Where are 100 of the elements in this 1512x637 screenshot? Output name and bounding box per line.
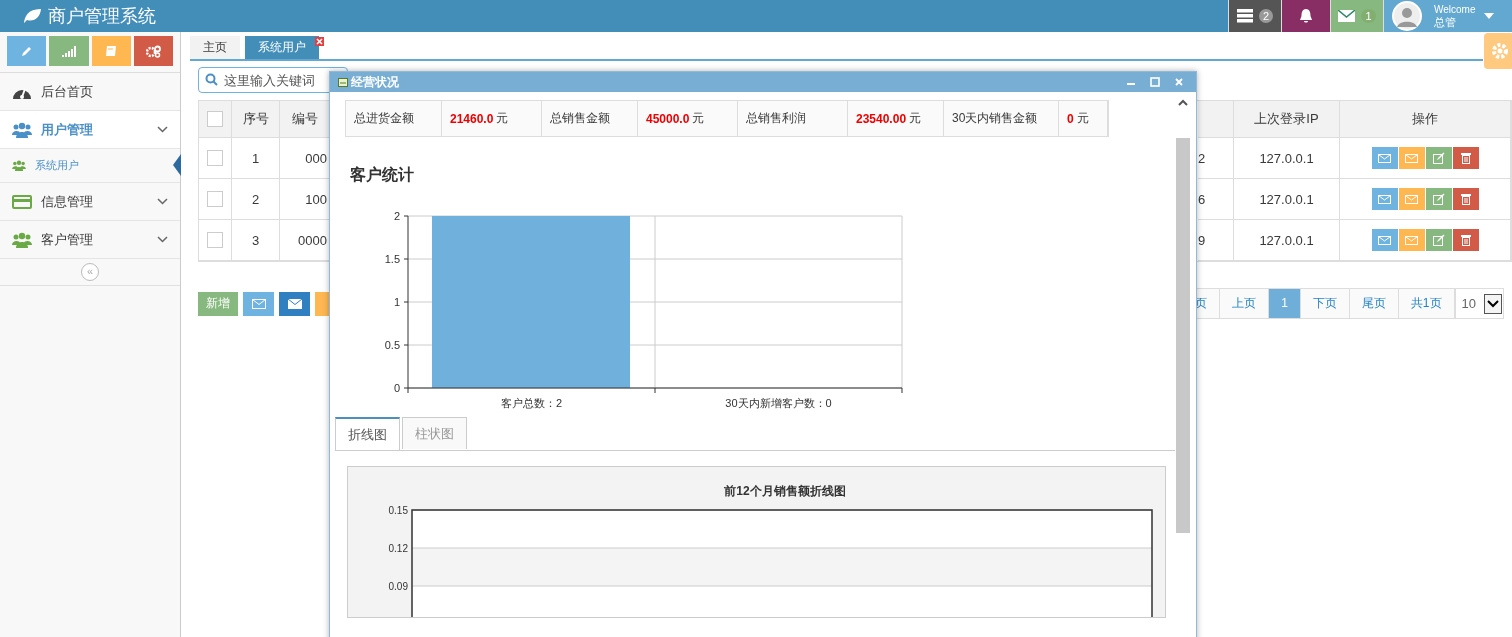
- checkbox[interactable]: [207, 150, 223, 166]
- shortcut-button[interactable]: [133, 36, 173, 66]
- mail-icon: [1338, 10, 1356, 22]
- user-name: 总管: [1434, 16, 1457, 28]
- notification-badge: 1: [1361, 9, 1376, 23]
- stat-label: 30天内销售金额: [944, 101, 1059, 136]
- edit-button[interactable]: [1425, 147, 1452, 169]
- chart-title: 前12个月销售额折线图: [724, 484, 846, 498]
- caret-icon: [1483, 13, 1494, 19]
- user-menu[interactable]: Welcome 总管: [1383, 0, 1512, 32]
- chevron-down-icon: [157, 126, 168, 133]
- collapse-button[interactable]: «: [81, 263, 99, 281]
- mail-icon: [1378, 153, 1391, 163]
- welcome-text: Welcome: [1434, 4, 1476, 16]
- notifications-button[interactable]: [1281, 0, 1330, 32]
- checkbox[interactable]: [207, 191, 223, 207]
- tick-label: 0.12: [388, 543, 408, 554]
- column-header: 编号: [280, 101, 330, 138]
- mail-icon: [1405, 153, 1418, 163]
- shortcut-button[interactable]: [91, 36, 131, 66]
- mail-button[interactable]: [1398, 188, 1425, 210]
- card-icon: [12, 194, 32, 209]
- maximize-icon[interactable]: [1150, 77, 1160, 87]
- signal-icon: [61, 45, 76, 57]
- mail-icon: [1405, 235, 1418, 245]
- edit-button[interactable]: [1425, 229, 1452, 251]
- tick-label: 0.09: [388, 581, 408, 592]
- book-icon: [105, 45, 118, 57]
- menu-label: 后台首页: [41, 82, 94, 101]
- page-link[interactable]: 共1页: [1397, 288, 1455, 319]
- mail-button[interactable]: [279, 291, 310, 316]
- tick-label: 0.5: [384, 339, 400, 351]
- mail-button[interactable]: [1371, 229, 1398, 251]
- column-header: 序号: [232, 101, 280, 138]
- users-icon: [12, 231, 32, 248]
- checkbox[interactable]: [207, 232, 223, 248]
- page-link[interactable]: 尾页: [1348, 288, 1399, 319]
- stat-value: 45000.0 元: [638, 101, 738, 136]
- stat-label: 总销售金额: [542, 101, 638, 136]
- leaf-icon: [22, 8, 42, 24]
- mail-button[interactable]: [243, 291, 274, 316]
- bell-icon: [1298, 8, 1314, 24]
- mail-button[interactable]: [1371, 188, 1398, 210]
- menu-label: 客户管理: [41, 230, 94, 249]
- column-header: 上次登录IP: [1234, 101, 1340, 138]
- table-cell: 1: [232, 138, 280, 179]
- tasks-button[interactable]: 2: [1228, 0, 1281, 32]
- edit-button[interactable]: [1425, 188, 1452, 210]
- stat-label: 总销售利润: [738, 101, 848, 136]
- chevron-down-icon: [157, 198, 168, 205]
- category-label: 30天内新增客户数：0: [725, 397, 832, 409]
- menu-item[interactable]: 用户管理: [0, 111, 180, 149]
- tick-label: 0.15: [388, 505, 408, 516]
- mail-icon: [251, 298, 266, 309]
- mail-button[interactable]: [1398, 147, 1425, 169]
- add-button[interactable]: 新增: [198, 291, 238, 316]
- mail-button[interactable]: [1398, 229, 1425, 251]
- users-icon: [12, 160, 26, 171]
- page-link[interactable]: 上页: [1219, 288, 1270, 319]
- close-icon[interactable]: [1174, 77, 1184, 87]
- trash-icon: [1460, 152, 1471, 164]
- table-cell: 2: [232, 179, 280, 220]
- table-cell: 6: [1198, 179, 1234, 220]
- delete-button[interactable]: [1452, 229, 1479, 251]
- menu-label: 信息管理: [41, 192, 94, 211]
- app-title: 商户管理系统: [48, 5, 156, 28]
- chart-tab[interactable]: 折线图: [335, 417, 400, 450]
- tick-label: 1.5: [384, 253, 400, 265]
- tick-label: 0: [393, 382, 400, 394]
- chart-tab[interactable]: 柱状图: [402, 417, 467, 449]
- mail-icon: [1378, 194, 1391, 204]
- window-icon: [338, 77, 348, 87]
- section-title: 客户统计: [350, 165, 415, 185]
- mail-button[interactable]: [1371, 147, 1398, 169]
- table-cell: 127.0.0.1: [1234, 179, 1340, 220]
- trash-icon: [1460, 234, 1471, 246]
- edit-icon: [1432, 234, 1445, 246]
- page-tab[interactable]: 主页: [190, 36, 240, 59]
- page-tab[interactable]: 系统用户: [245, 36, 319, 59]
- column-header: 操作: [1340, 101, 1511, 138]
- page-size-select[interactable]: 10: [1454, 288, 1504, 319]
- stat-value: 23540.00 元: [848, 101, 944, 136]
- chevron-up-icon[interactable]: [1176, 98, 1190, 108]
- shortcut-button[interactable]: [49, 36, 89, 66]
- delete-button[interactable]: [1452, 147, 1479, 169]
- delete-button[interactable]: [1452, 188, 1479, 210]
- menu-label: 用户管理: [41, 120, 94, 139]
- chevron-down-icon: [1484, 293, 1502, 314]
- messages-button[interactable]: 1: [1330, 0, 1383, 32]
- dialog-title: 经营状况: [351, 73, 400, 91]
- table-cell: 127.0.0.1: [1234, 138, 1340, 179]
- close-icon[interactable]: [315, 37, 324, 46]
- server-icon: [1236, 9, 1253, 23]
- pencil-icon: [20, 45, 33, 57]
- page-link[interactable]: 下页: [1299, 288, 1350, 319]
- shortcut-button[interactable]: [7, 36, 47, 66]
- settings-icon[interactable]: [1484, 33, 1512, 69]
- page-link[interactable]: 1: [1268, 288, 1301, 319]
- tick-label: 1: [393, 296, 400, 308]
- checkbox[interactable]: [207, 111, 223, 127]
